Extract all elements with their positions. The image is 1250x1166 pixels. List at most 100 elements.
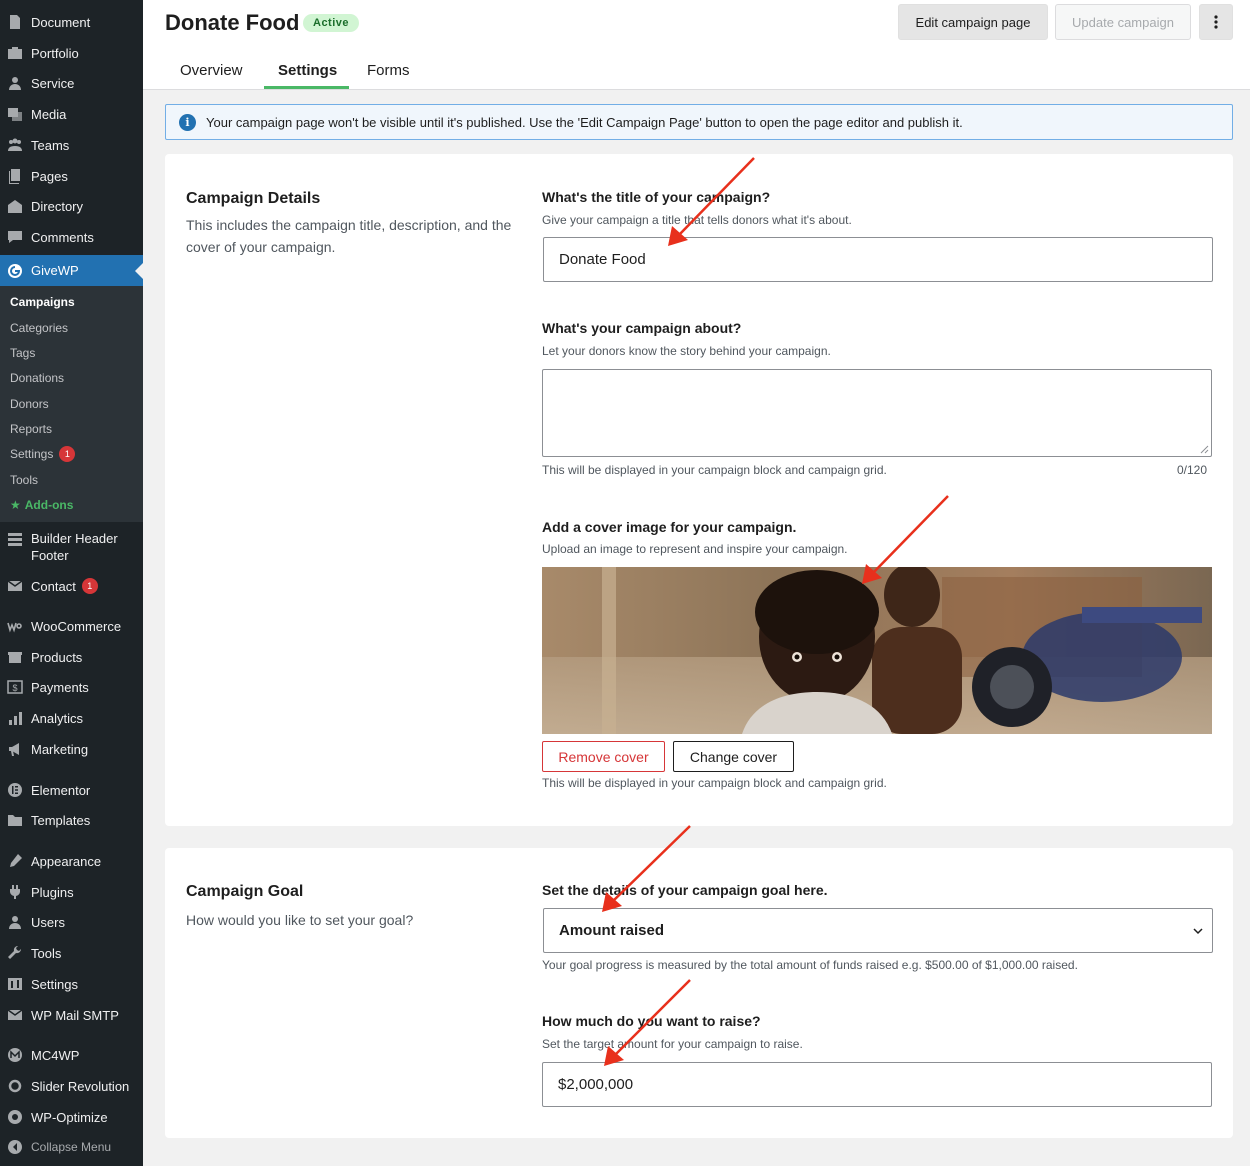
admin-sidebar: Document Portfolio Service Media Teams P… <box>0 0 143 1166</box>
submenu-item-label: Donations <box>10 371 65 385</box>
sidebar-item-woocommerce[interactable]: WooCommerce <box>0 616 143 636</box>
sidebar-item-plugins[interactable]: Plugins <box>0 882 143 902</box>
sidebar-item-elementor[interactable]: Elementor <box>0 780 143 800</box>
more-options-button[interactable] <box>1199 4 1233 40</box>
submenu-item-label: Add-ons <box>24 498 74 512</box>
sidebar-item-document[interactable]: Document <box>0 12 143 32</box>
sidebar-item-payments[interactable]: $ Payments <box>0 677 143 697</box>
sidebar-item-portfolio[interactable]: Portfolio <box>0 43 143 63</box>
givewp-submenu: Campaigns Categories Tags Donations Dono… <box>0 286 143 522</box>
givewp-icon <box>7 263 23 279</box>
update-campaign-button[interactable]: Update campaign <box>1055 4 1191 40</box>
submenu-item-tags[interactable]: Tags <box>10 346 35 360</box>
sidebar-item-settings[interactable]: Settings <box>0 974 143 994</box>
cover-image <box>542 567 1212 734</box>
remove-cover-button[interactable]: Remove cover <box>542 741 665 772</box>
sidebar-item-appearance[interactable]: Appearance <box>0 851 143 871</box>
notice-text: Your campaign page won't be visible unti… <box>206 114 963 130</box>
sidebar-item-label: Service <box>31 75 75 91</box>
campaign-title-input[interactable]: Donate Food <box>543 237 1213 282</box>
section-description: How would you like to set your goal? <box>186 912 414 928</box>
woocommerce-icon <box>7 618 23 634</box>
page-title: Donate Food <box>165 10 300 35</box>
sidebar-item-wp-mail-smtp[interactable]: WP Mail SMTP <box>0 1005 143 1025</box>
sidebar-item-label: Media <box>31 106 67 122</box>
sidebar-item-label: MC4WP <box>31 1047 80 1063</box>
campaign-goal-card: Campaign Goal How would you like to set … <box>165 848 1233 1138</box>
sidebar-item-contact[interactable]: Contact 1 <box>0 576 143 596</box>
tab-overview[interactable]: Overview <box>180 62 243 79</box>
submenu-item-donors[interactable]: Donors <box>10 397 49 411</box>
goal-type-select[interactable]: Amount raised <box>543 908 1213 953</box>
slider-icon <box>7 1078 23 1094</box>
sidebar-item-label: Analytics <box>31 710 84 726</box>
sidebar-item-teams[interactable]: Teams <box>0 135 143 155</box>
submenu-item-addons[interactable]: ★ Add-ons <box>10 498 73 512</box>
submenu-item-donations[interactable]: Donations <box>10 371 64 385</box>
sidebar-item-slider-revolution[interactable]: Slider Revolution <box>0 1076 143 1096</box>
sidebar-item-builder-header-footer[interactable]: Builder Header Footer <box>0 530 143 564</box>
sidebar-item-tools[interactable]: Tools <box>0 943 143 963</box>
submenu-item-label: Settings <box>10 447 54 461</box>
sidebar-item-service[interactable]: Service <box>0 73 143 93</box>
sidebar-item-label: Builder Header Footer <box>31 530 118 564</box>
submenu-item-settings[interactable]: Settings 1 <box>10 446 76 462</box>
sidebar-item-label: Document <box>31 14 91 30</box>
sidebar-item-wp-optimize[interactable]: WP-Optimize <box>0 1107 143 1127</box>
sidebar-item-label: Comments <box>31 229 94 245</box>
products-icon <box>7 649 23 665</box>
sidebar-item-analytics[interactable]: Analytics <box>0 708 143 728</box>
submenu-item-campaigns[interactable]: Campaigns <box>10 295 75 309</box>
sidebar-item-label: Directory <box>31 198 84 214</box>
tab-forms[interactable]: Forms <box>367 62 410 79</box>
sidebar-item-label: Settings <box>31 976 78 992</box>
status-badge: Active <box>303 14 360 32</box>
resize-handle-icon[interactable] <box>1200 445 1209 454</box>
submenu-item-categories[interactable]: Categories <box>10 321 68 335</box>
about-field-note: This will be displayed in your campaign … <box>542 463 887 477</box>
campaign-details-card: Campaign Details This includes the campa… <box>165 154 1233 826</box>
sidebar-item-marketing[interactable]: Marketing <box>0 739 143 759</box>
sidebar-item-comments[interactable]: Comments <box>0 227 143 247</box>
sidebar-item-templates[interactable]: Templates <box>0 810 143 830</box>
submenu-item-reports[interactable]: Reports <box>10 422 52 436</box>
templates-icon <box>7 812 23 828</box>
sidebar-item-mc4wp[interactable]: MC4WP <box>0 1045 143 1065</box>
about-field-help: Let your donors know the story behind yo… <box>542 344 831 358</box>
sidebar-item-users[interactable]: Users <box>0 912 143 932</box>
sidebar-item-givewp[interactable]: GiveWP <box>0 255 143 286</box>
campaign-about-textarea[interactable] <box>542 369 1212 457</box>
goal-type-label: Set the details of your campaign goal he… <box>542 882 828 898</box>
change-cover-button[interactable]: Change cover <box>673 741 794 772</box>
sidebar-item-products[interactable]: Products <box>0 647 143 667</box>
collapse-menu-button[interactable]: Collapse Menu <box>0 1137 143 1157</box>
sidebar-item-label: Elementor <box>31 782 91 798</box>
tools-icon <box>7 945 23 961</box>
marketing-icon <box>7 741 23 757</box>
label-line-1: Builder Header <box>31 531 118 546</box>
sidebar-item-media[interactable]: Media <box>0 104 143 124</box>
select-value: Amount raised <box>559 922 665 939</box>
tab-settings[interactable]: Settings <box>278 62 337 79</box>
collapse-menu-label: Collapse Menu <box>31 1140 112 1154</box>
sidebar-item-pages[interactable]: Pages <box>0 166 143 186</box>
elementor-icon <box>7 782 23 798</box>
sidebar-item-directory[interactable]: Directory <box>0 196 143 216</box>
goal-amount-input[interactable]: $2,000,000 <box>542 1062 1212 1107</box>
sidebar-item-label: WooCommerce <box>31 618 122 634</box>
sidebar-item-label: Slider Revolution <box>31 1078 130 1094</box>
sidebar-item-label: WP-Optimize <box>31 1109 108 1125</box>
optimize-icon <box>7 1109 23 1125</box>
analytics-icon <box>7 710 23 726</box>
section-title: Campaign Details <box>186 190 321 207</box>
label-line-2: Footer <box>31 548 69 563</box>
sidebar-item-label: Marketing <box>31 741 89 757</box>
submenu-item-tools[interactable]: Tools <box>10 473 38 487</box>
sidebar-item-label: Contact <box>31 578 76 594</box>
plugins-icon <box>7 884 23 900</box>
title-field-help: Give your campaign a title that tells do… <box>542 213 852 227</box>
character-counter: 0/120 <box>1177 463 1208 477</box>
edit-campaign-page-button[interactable]: Edit campaign page <box>898 4 1048 40</box>
cover-field-note: This will be displayed in your campaign … <box>542 776 887 790</box>
campaign-header: Donate Food Active Edit campaign page Up… <box>143 0 1250 90</box>
